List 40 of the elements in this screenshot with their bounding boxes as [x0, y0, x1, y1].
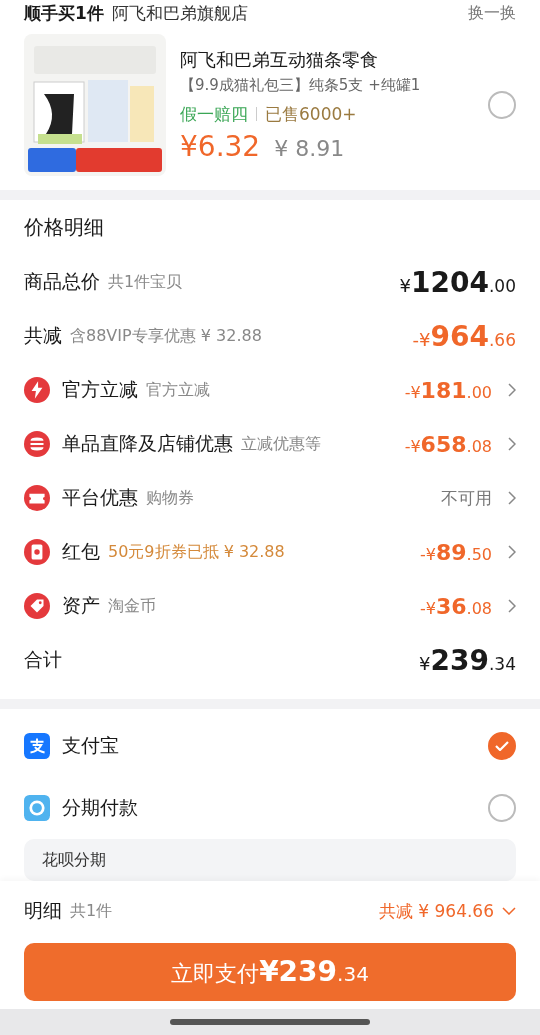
row-label: 共减 [24, 323, 62, 348]
amount-text: -¥658.08 [404, 431, 492, 457]
row-note: 立减优惠等 [241, 433, 321, 455]
amount-text: -¥36.08 [419, 593, 492, 619]
product-spec: 【9.9成猫礼包三】纯条5支 +纯罐1 [180, 75, 422, 95]
payment-label: 分期付款 [62, 795, 138, 820]
amount-text: 不可用 [441, 486, 492, 510]
row-note: 淘金币 [108, 595, 156, 617]
amount-text: -¥181.00 [404, 377, 492, 403]
saving-text: 共减 ¥ 964.66 [378, 899, 494, 923]
guarantee-label: 假一赔四 [180, 102, 248, 126]
row-note: 共1件宝贝 [108, 271, 183, 293]
header-title: 顺手买1件 [24, 1, 104, 25]
original-price: ¥ 8.91 [274, 135, 345, 161]
sold-count: 已售6000+ [265, 102, 357, 126]
row-note: 官方立减 [146, 379, 210, 401]
row-label: 合计 [24, 647, 62, 672]
item-count: 共1件 [70, 900, 113, 922]
amount-text: -¥964.66 [412, 319, 516, 353]
amount-text: ¥239.34 [419, 643, 516, 677]
pay-button[interactable]: 立即支付¥239.34 [24, 943, 516, 1001]
product-name: 阿飞和巴弟互动猫条零食 [180, 47, 379, 72]
detail-label: 明细 [24, 898, 62, 923]
product-price: ¥6.32 [180, 129, 261, 163]
amount-text: ¥1204.00 [399, 265, 516, 299]
row-label: 资产 [62, 593, 100, 618]
row-label: 官方立减 [62, 377, 138, 402]
store-name: 阿飞和巴弟旗舰店 [111, 1, 249, 25]
payment-label: 支付宝 [62, 733, 119, 758]
row-note: 购物券 [146, 487, 194, 509]
row-label: 商品总价 [24, 269, 100, 294]
row-note: 含88VIP专享优惠 ¥ 32.88 [70, 325, 262, 347]
amount-text: -¥89.50 [419, 539, 492, 565]
section-title: 价格明细 [24, 214, 105, 241]
row-note: 50元9折券已抵 ¥ 32.88 [108, 541, 285, 563]
row-label: 红包 [62, 539, 100, 564]
refresh-button[interactable]: 换一换 [468, 2, 516, 24]
huabei-option[interactable]: 花呗分期 [24, 839, 516, 881]
row-label: 单品直降及店铺优惠 [62, 431, 233, 456]
row-label: 平台优惠 [62, 485, 138, 510]
